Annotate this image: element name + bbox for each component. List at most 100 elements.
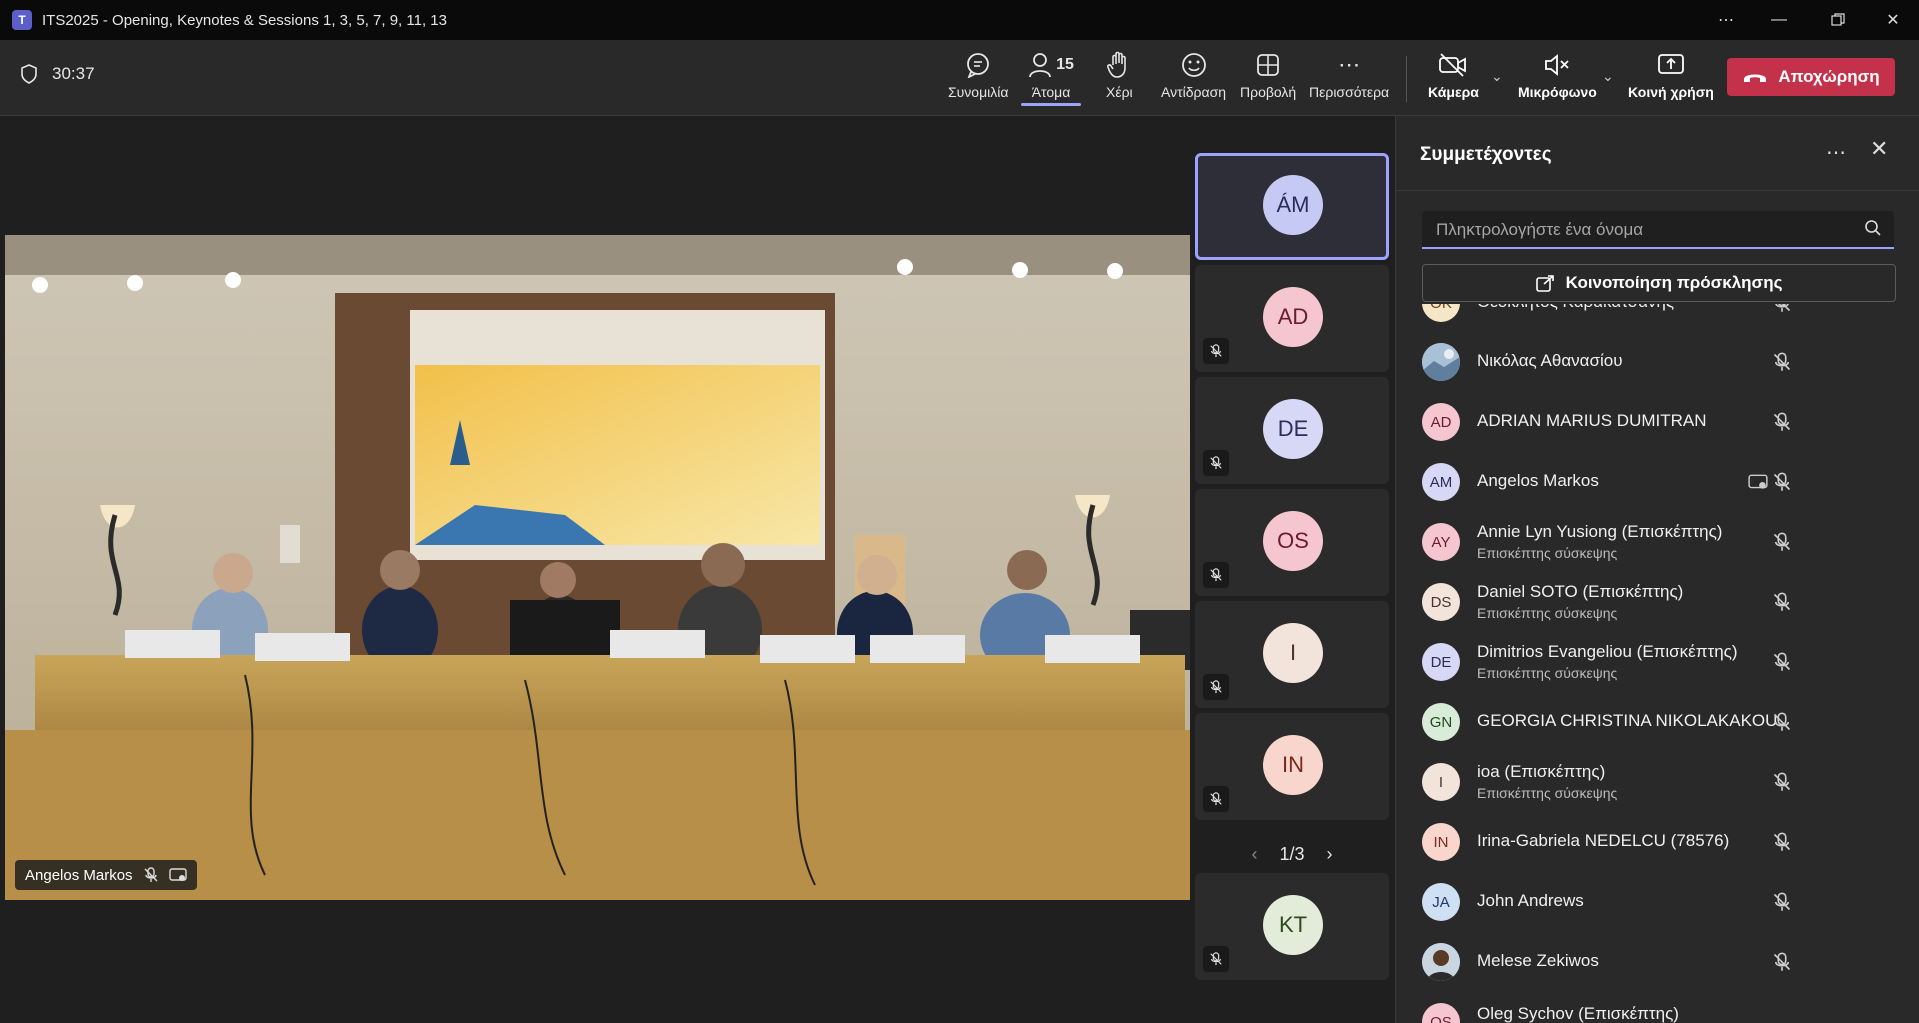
mic-options-chevron-icon[interactable]: ⌄ (1602, 68, 1614, 85)
microphone-button[interactable]: Μικρόφωνο (1518, 50, 1597, 100)
participant-tile-am[interactable]: ÁM (1195, 153, 1389, 260)
list-item[interactable]: ΘΚ Θεόκλητος Καρακατσάνης (1396, 304, 1919, 328)
view-label: Προβολή (1240, 84, 1297, 100)
phone-hangup-icon (1744, 74, 1767, 82)
participant-tile-i[interactable]: I (1195, 601, 1389, 708)
people-label: Άτομα (1031, 84, 1071, 100)
chat-button[interactable]: Συνομιλία (948, 50, 1008, 100)
chat-icon (967, 53, 990, 78)
tile-pager: ‹ 1/3 › (1195, 839, 1389, 869)
panel-title: Συμμετέχοντες (1420, 144, 1552, 165)
person-icon (1029, 53, 1051, 78)
list-item[interactable]: DE Dimitrios Evangeliou (Επισκέπτης) Επι… (1396, 638, 1919, 687)
list-item[interactable]: DS Daniel SOTO (Επισκέπτης) Επισκέπτης σ… (1396, 578, 1919, 627)
avatar (1422, 943, 1460, 981)
participant-name: Νικόλας Αθανασίου (1477, 351, 1623, 370)
share-invite-label: Κοινοποίηση πρόσκλησης (1565, 273, 1783, 292)
mic-off-icon (1773, 472, 1791, 491)
list-item[interactable]: Νικόλας Αθανασίου (1396, 338, 1919, 387)
participant-name: Daniel SOTO (Επισκέπτης) (1477, 582, 1684, 601)
list-item[interactable]: I ioa (Επισκέπτης) Επισκέπτης σύσκεψης (1396, 758, 1919, 807)
mic-off-icon (1203, 786, 1229, 812)
list-item[interactable]: Melese Zekiwos (1396, 938, 1919, 987)
grid-icon (1257, 54, 1280, 76)
list-item[interactable]: GN GEORGIA CHRISTINA NIKOLAKAKOU (1396, 698, 1919, 747)
avatar: ÁM (1263, 175, 1323, 235)
participant-list: ΘΚ Θεόκλητος Καρακατσάνης Νικόλας Αθανασ… (1396, 304, 1919, 1023)
leave-label: Αποχώρηση (1778, 67, 1880, 86)
share-button[interactable]: Κοινή χρήση (1628, 50, 1714, 100)
avatar: KT (1263, 895, 1323, 955)
avatar (1422, 343, 1460, 381)
more-options-icon[interactable]: ⋯ (1826, 140, 1846, 165)
camera-button[interactable]: Κάμερα (1428, 50, 1479, 100)
more-button[interactable]: ⋯ Περισσότερα (1309, 50, 1389, 100)
search-input[interactable] (1434, 217, 1848, 243)
shield-icon (21, 64, 37, 84)
mic-off-icon (1773, 832, 1791, 851)
chat-label: Συνομιλία (948, 84, 1009, 100)
close-icon[interactable]: ✕ (1870, 0, 1916, 40)
more-icon[interactable]: ⋯ (1703, 0, 1749, 40)
chevron-left-icon[interactable]: ‹ (1251, 844, 1257, 865)
participant-tile-os[interactable]: OS (1195, 489, 1389, 596)
react-button[interactable]: Αντίδραση (1161, 50, 1226, 100)
hand-icon (1107, 51, 1127, 78)
participant-tile-ad[interactable]: AD (1195, 265, 1389, 372)
avatar: I (1263, 623, 1323, 683)
list-item[interactable]: IN Irina-Gabriela NEDELCU (78576) (1396, 818, 1919, 867)
avatar: AY (1422, 523, 1460, 561)
mic-off-icon (1773, 952, 1791, 971)
avatar: IN (1263, 735, 1323, 795)
people-button[interactable]: 15 Άτομα (1021, 50, 1081, 106)
view-button[interactable]: Προβολή (1240, 50, 1296, 100)
list-item[interactable]: JA John Andrews (1396, 878, 1919, 927)
speaker-muted-icon (1545, 54, 1570, 76)
participant-name: Θεόκλητος Καρακατσάνης (1477, 304, 1674, 312)
speaker-name: Angelos Markos (25, 866, 133, 884)
leave-button[interactable]: Αποχώρηση (1727, 58, 1895, 96)
avatar: I (1422, 763, 1460, 801)
participants-panel: Συμμετέχοντες ⋯ ✕ Κοινοποίηση πρόσκλησης… (1395, 116, 1919, 1023)
list-item[interactable]: AM Angelos Markos (1396, 458, 1919, 507)
avatar: DE (1263, 399, 1323, 459)
participant-name: ADRIAN MARIUS DUMITRAN (1477, 411, 1707, 430)
more-dots-icon: ⋯ (1338, 52, 1361, 77)
list-item[interactable]: AY Annie Lyn Yusiong (Επισκέπτης) Επισκέ… (1396, 518, 1919, 567)
minimize-icon[interactable]: — (1756, 0, 1802, 40)
speaker-video[interactable]: Angelos Markos (5, 235, 1190, 900)
screen-share-icon (168, 868, 187, 881)
mic-off-icon (1773, 892, 1791, 911)
participant-tile-de[interactable]: DE (1195, 377, 1389, 484)
participant-tile-in[interactable]: IN (1195, 713, 1389, 820)
restore-icon[interactable] (1815, 0, 1861, 40)
avatar: DE (1422, 643, 1460, 681)
react-label: Αντίδραση (1161, 84, 1227, 100)
avatar: AD (1422, 403, 1460, 441)
mic-off-icon (1203, 562, 1229, 588)
pager-text: 1/3 (1279, 843, 1305, 864)
raise-hand-label: Χέρι (1106, 84, 1133, 100)
raise-hand-button[interactable]: Χέρι (1106, 50, 1133, 100)
list-item[interactable]: AD ADRIAN MARIUS DUMITRAN (1396, 398, 1919, 447)
camera-options-chevron-icon[interactable]: ⌄ (1491, 68, 1503, 85)
mic-off-icon (1773, 412, 1791, 431)
avatar: JA (1422, 883, 1460, 921)
participant-role: Επισκέπτης σύσκεψης (1477, 545, 1618, 561)
close-panel-icon[interactable]: ✕ (1870, 136, 1888, 162)
share-label: Κοινή χρήση (1628, 84, 1714, 100)
participant-name: Oleg Sychov (Επισκέπτης) (1477, 1004, 1679, 1023)
share-tray-icon (1658, 54, 1684, 74)
avatar: GN (1422, 703, 1460, 741)
participant-tile-kt[interactable]: KT (1195, 873, 1389, 980)
mic-off-icon (1775, 304, 1791, 312)
list-item[interactable]: OS Oleg Sychov (Επισκέπτης) (1396, 998, 1919, 1023)
camera-off-icon (1439, 53, 1467, 77)
title-bar: T ITS2025 - Opening, Keynotes & Sessions… (0, 0, 1919, 40)
chevron-right-icon[interactable]: › (1327, 844, 1333, 865)
meeting-toolbar: 30:37 Συνομιλία 15 Άτομα Χέρι Αντίδραση … (0, 40, 1919, 116)
smile-icon (1181, 53, 1206, 77)
meeting-timer: 30:37 (20, 64, 95, 84)
search-icon[interactable] (1864, 219, 1882, 237)
share-invite-button[interactable]: Κοινοποίηση πρόσκλησης (1422, 264, 1896, 302)
